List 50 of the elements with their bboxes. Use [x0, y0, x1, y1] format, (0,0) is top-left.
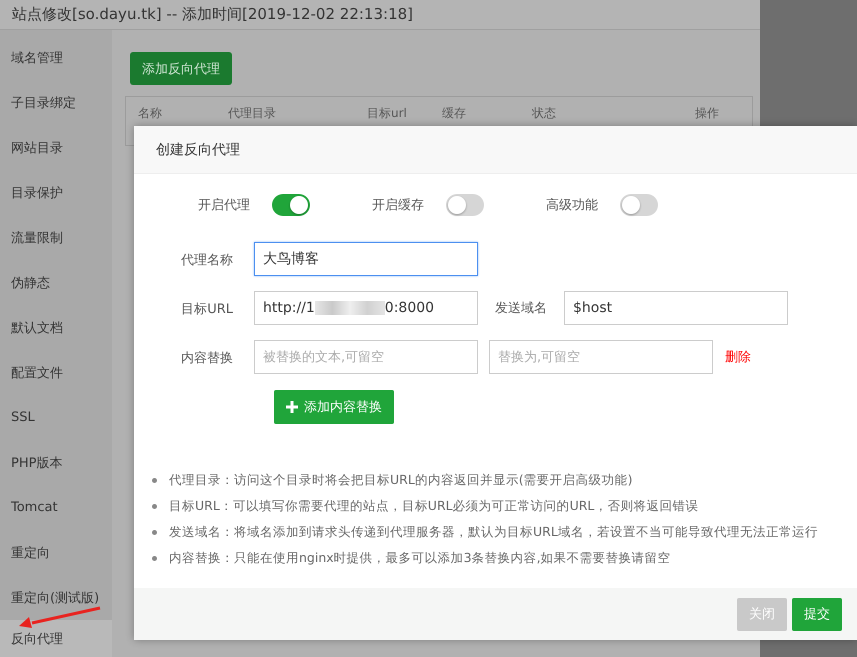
sidebar-item[interactable]: 子目录绑定: [0, 80, 112, 125]
url-input[interactable]: http://1 0:8000: [254, 291, 478, 325]
sidebar-item[interactable]: 重定向: [0, 530, 112, 575]
toggle-switch[interactable]: [272, 194, 310, 216]
dialog-title: 创建反向代理: [156, 140, 240, 158]
replace-from-input[interactable]: 被替换的文本,可留空: [254, 340, 478, 374]
switch-label: 开启缓存: [372, 197, 424, 214]
add-proxy-button[interactable]: 添加反向代理: [130, 52, 232, 85]
sidebar-item[interactable]: 网站目录: [0, 125, 112, 170]
name-input[interactable]: 大鸟博客: [254, 242, 478, 276]
bullet-icon: [152, 530, 157, 535]
field-label: 目标URL: [181, 302, 233, 317]
toggle-switch[interactable]: [446, 194, 484, 216]
switch-label: 开启代理: [198, 197, 250, 214]
bullet-icon: [152, 478, 157, 483]
field-label: 代理名称: [181, 253, 233, 268]
sidebar-item[interactable]: 伪静态: [0, 260, 112, 305]
toggle-switch[interactable]: [620, 194, 658, 216]
domain-input[interactable]: $host: [564, 291, 788, 325]
bullet-icon: [152, 504, 157, 509]
sidebar-item[interactable]: SSL: [0, 395, 112, 440]
column-header: 目标url: [367, 105, 407, 122]
sidebar-item[interactable]: Tomcat: [0, 485, 112, 530]
sidebar-item[interactable]: 流量限制: [0, 215, 112, 260]
plus-icon: [286, 401, 298, 413]
sidebar-item[interactable]: 域名管理: [0, 35, 112, 80]
column-header: 代理目录: [228, 105, 276, 122]
sidebar-item[interactable]: 目录保护: [0, 170, 112, 215]
field-label: 内容替换: [181, 351, 233, 366]
sidebar-item[interactable]: 重定向(测试版): [0, 575, 112, 620]
column-header: 缓存: [442, 105, 466, 122]
column-header: 名称: [138, 105, 162, 122]
note-text: 发送域名：将域名添加到请求头传递到代理服务器，默认为目标URL域名，若设置不当可能导致代理无法正常运行: [169, 524, 818, 541]
sidebar-item[interactable]: 默认文档: [0, 305, 112, 350]
field-label: 发送域名: [495, 300, 547, 317]
sidebar-item[interactable]: 反向代理: [0, 620, 112, 657]
sidebar-item[interactable]: PHP版本: [0, 440, 112, 485]
note-text: 内容替换：只能在使用nginx时提供，最多可以添加3条替换内容,如果不需要替换请留空: [169, 550, 671, 567]
note-text: 目标URL：可以填写你需要代理的站点，目标URL必须为可正常访问的URL，否则将返回错误: [169, 498, 698, 515]
column-header: 状态: [532, 105, 556, 122]
switch-label: 高级功能: [546, 197, 598, 214]
column-header: 操作: [694, 105, 719, 122]
replace-to-input[interactable]: 替换为,可留空: [489, 340, 713, 374]
delete-link[interactable]: 删除: [725, 348, 751, 366]
bullet-icon: [152, 556, 157, 561]
window-title: 站点修改[so.dayu.tk] -- 添加时间[2019-12-02 22:13:18]: [12, 5, 414, 24]
note-text: 代理目录：访问这个目录时将会把目标URL的内容返回并显示(需要开启高级功能): [169, 472, 633, 489]
submit-button[interactable]: 提交: [792, 598, 842, 630]
add-replace-button[interactable]: 添加内容替换: [274, 390, 394, 424]
sidebar-item[interactable]: 配置文件: [0, 350, 112, 395]
